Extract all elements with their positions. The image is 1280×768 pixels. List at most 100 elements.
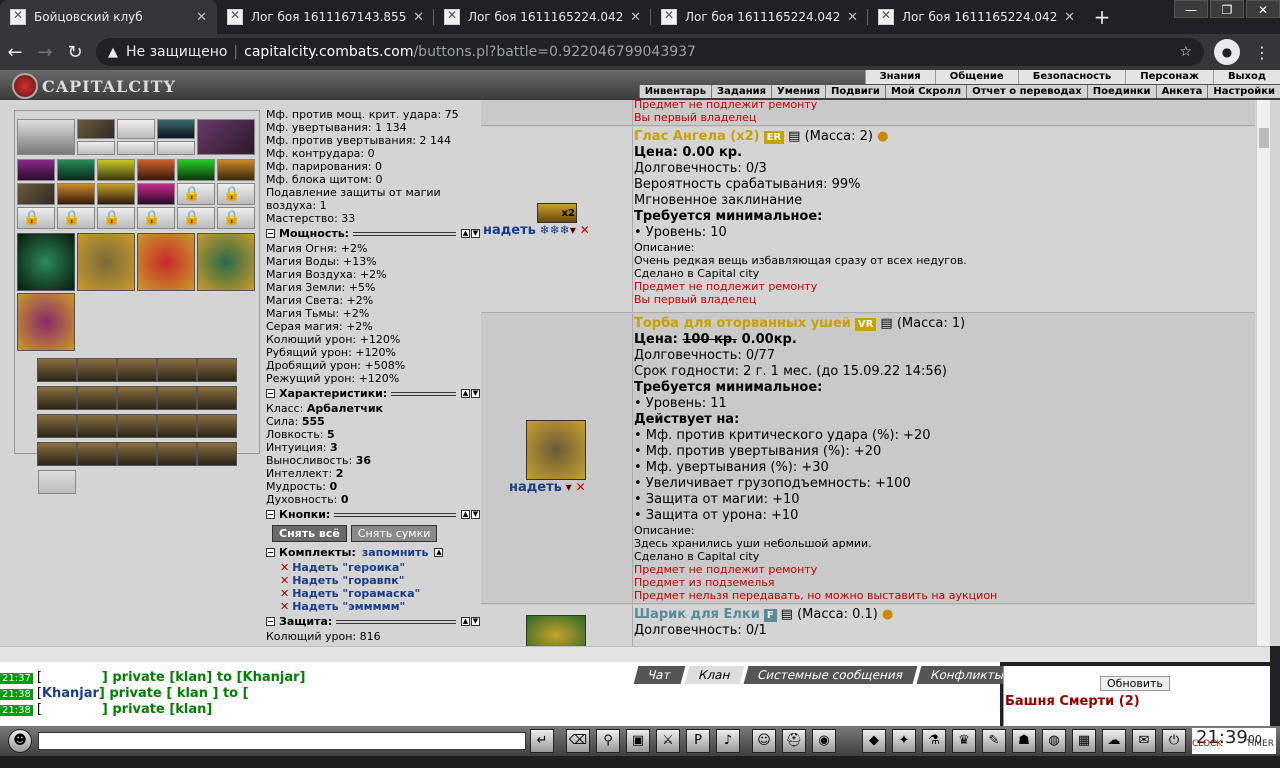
info-icon[interactable]: ▤ (788, 129, 800, 144)
menu-exit[interactable]: Выход (1212, 70, 1280, 84)
quick-slot-icon[interactable]: ▦ (1072, 729, 1096, 753)
shirt-icon[interactable]: ▾ (570, 223, 576, 237)
swap-icon[interactable]: ❄ (560, 223, 570, 237)
remove-bags-button[interactable]: Снять сумки (350, 525, 438, 542)
tab-system[interactable]: Системные сообщения (743, 666, 918, 684)
submenu-achievements[interactable]: Подвиги (825, 85, 885, 98)
monitor-icon[interactable]: ▣ (626, 729, 650, 753)
eraser-icon[interactable]: ⌫ (566, 729, 590, 753)
belt-row-3[interactable] (37, 414, 237, 438)
submenu-settings[interactable]: Настройки (1207, 85, 1280, 98)
item-slot[interactable] (17, 233, 75, 291)
menu-security[interactable]: Безопасность (1017, 70, 1126, 84)
close-tab-icon[interactable]: ✕ (847, 10, 858, 25)
close-tab-icon[interactable]: ✕ (196, 10, 207, 25)
rune-slot[interactable] (17, 159, 55, 181)
close-tab-icon[interactable]: ✕ (630, 10, 641, 25)
submenu-inventory[interactable]: Инвентарь (638, 85, 711, 98)
horizontal-scrollbar[interactable] (0, 646, 1270, 662)
submenu-transfer-report[interactable]: Отчет о переводах (966, 85, 1087, 98)
quick-slot-icon[interactable]: ☁ (1102, 729, 1126, 753)
menu-kebab-icon[interactable]: ⋮ (1250, 43, 1274, 62)
helmet-icon[interactable]: ⛑ (782, 729, 806, 753)
defense-section-header[interactable]: − Защита: ▲ ▼ (266, 615, 480, 628)
browser-tab-2[interactable]: Лог боя 1611167143.8557. ✕ (217, 0, 434, 34)
menu-character[interactable]: Персонаж (1125, 70, 1213, 84)
belt-row-2[interactable] (37, 386, 237, 410)
quick-slot-icon[interactable]: ◆ (862, 729, 886, 753)
belt-row-1[interactable] (37, 358, 237, 382)
forward-icon[interactable]: → (30, 42, 60, 63)
update-button[interactable]: Обновить (1100, 676, 1170, 691)
browser-tab-5[interactable]: Лог боя 1611165224.04263. ✕ (868, 0, 1085, 34)
rune-slot[interactable] (137, 159, 175, 181)
url-field[interactable]: ▲ Не защищено | capitalcity.combats.com /… (96, 38, 1204, 66)
quick-slot-icon[interactable]: ⚗ (922, 729, 946, 753)
shirt-icon[interactable]: ▾ (566, 480, 572, 494)
item-name[interactable]: Торба для оторванных ушей (634, 316, 851, 331)
set-item[interactable]: ✕ Надеть "горамаска" (280, 587, 480, 600)
item-slot[interactable] (197, 233, 255, 291)
characteristics-section-header[interactable]: − Характеристики: ▲ ▼ (266, 387, 480, 400)
exit-icon[interactable]: ⏻ (1162, 729, 1186, 753)
submenu-skills[interactable]: Умения (771, 85, 825, 98)
rune-slot[interactable] (97, 159, 135, 181)
equip-slot[interactable] (197, 119, 255, 155)
fight-icon[interactable]: ⚔ (656, 729, 680, 753)
belt-row-4[interactable] (37, 442, 237, 466)
item-slot[interactable] (17, 293, 75, 351)
filter-icon[interactable]: ⚲ (596, 729, 620, 753)
smile-icon[interactable]: ☺ (752, 729, 776, 753)
rune-slot[interactable] (137, 183, 175, 205)
menu-knowledge[interactable]: Знания (864, 70, 935, 84)
quick-slot-icon[interactable]: ✎ (982, 729, 1006, 753)
equip-slot[interactable] (77, 141, 115, 155)
remember-set-link[interactable]: запомнить (362, 546, 429, 559)
bookmark-star-icon[interactable]: ☆ (1179, 44, 1192, 60)
empty-slot[interactable] (38, 470, 76, 494)
equip-slot[interactable] (77, 119, 115, 139)
quick-slot-icon[interactable]: ◍ (1042, 729, 1066, 753)
quick-slot-icon[interactable]: ♛ (952, 729, 976, 753)
restore-icon[interactable]: ❐ (1210, 0, 1244, 18)
equip-slot[interactable] (157, 141, 195, 155)
item-name[interactable]: Шарик для Елки (634, 607, 760, 622)
profile-icon[interactable]: ● (1214, 39, 1240, 65)
back-icon[interactable]: ← (0, 42, 30, 63)
chat-nick[interactable]: Khanjar (42, 686, 99, 701)
equip-slot[interactable] (157, 119, 195, 139)
send-icon[interactable]: ↵ (530, 729, 554, 753)
rune-slot[interactable] (17, 183, 55, 205)
wear-link[interactable]: надеть (509, 480, 562, 495)
set-item[interactable]: ✕ Надеть "горавпк" (280, 574, 480, 587)
delete-icon[interactable]: ✕ (580, 223, 590, 237)
buttons-section-header[interactable]: − Кнопки: ▲ ▼ (266, 508, 480, 521)
set-item[interactable]: ✕ Надеть "героика" (280, 561, 480, 574)
chat-mode-icon[interactable]: ☻ (8, 729, 32, 753)
rune-slot[interactable] (97, 183, 135, 205)
submenu-profile[interactable]: Анкета (1155, 85, 1208, 98)
browser-tab-1[interactable]: Бойцовский клуб ✕ (0, 0, 217, 34)
log-icon[interactable]: P (686, 729, 710, 753)
wear-link[interactable]: надеть (483, 223, 536, 238)
submenu-my-scroll[interactable]: Мой Скролл (884, 85, 966, 98)
remove-all-button[interactable]: Снять всё (272, 525, 347, 542)
delete-icon[interactable]: ✕ (576, 480, 586, 494)
menu-communication[interactable]: Общение (934, 70, 1018, 84)
power-section-header[interactable]: − Мощность: ▲ ▼ (266, 227, 480, 240)
submenu-quests[interactable]: Задания (711, 85, 771, 98)
close-window-icon[interactable]: ✕ (1246, 0, 1280, 18)
rune-slot[interactable] (177, 159, 215, 181)
submenu-duels[interactable]: Поединки (1086, 85, 1156, 98)
close-tab-icon[interactable]: ✕ (1064, 10, 1075, 25)
minimize-icon[interactable]: — (1174, 0, 1208, 18)
rune-slot[interactable] (57, 159, 95, 181)
quick-slot-icon[interactable]: ✉ (1132, 729, 1156, 753)
rune-slot[interactable] (57, 183, 95, 205)
item-slot[interactable] (137, 233, 195, 291)
item-name[interactable]: Глас Ангела (x2) (634, 129, 760, 144)
set-item[interactable]: ✕ Надеть "эммммм" (280, 600, 480, 613)
browser-tab-4[interactable]: Лог боя 1611165224.04263. ✕ (651, 0, 868, 34)
swap-icon[interactable]: ❄ (550, 223, 560, 237)
new-tab-icon[interactable]: + (1085, 0, 1119, 34)
